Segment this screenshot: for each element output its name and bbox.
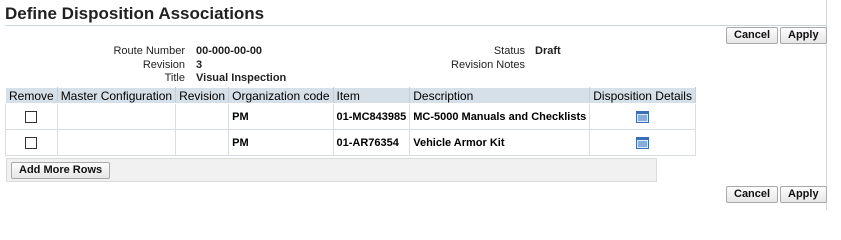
apply-button-top[interactable]: Apply (780, 27, 827, 44)
title-value: Visual Inspection (196, 72, 287, 84)
table-row: PM 01-MC843985 MC-5000 Manuals and Check… (5, 103, 696, 130)
revision-value: 3 (196, 59, 203, 71)
revision-cell (175, 103, 230, 130)
column-header-description: Description (409, 87, 591, 104)
master-configuration-cell (56, 129, 177, 156)
route-number-label: Route Number (113, 45, 185, 57)
remove-checkbox[interactable] (25, 136, 38, 149)
status-value: Draft (535, 45, 561, 57)
item-cell: 01-AR76354 (332, 129, 411, 156)
add-more-rows-button[interactable]: Add More Rows (11, 162, 111, 179)
column-header-organization-code: Organization code (228, 87, 334, 104)
organization-code-cell: PM (228, 103, 334, 130)
column-header-master-configuration: Master Configuration (56, 87, 177, 104)
column-header-revision: Revision (175, 87, 230, 104)
details-icon[interactable] (636, 136, 650, 149)
disposition-details-cell (589, 103, 696, 130)
disposition-details-cell (589, 129, 696, 156)
description-cell: Vehicle Armor Kit (409, 129, 591, 156)
cancel-button-bottom[interactable]: Cancel (726, 186, 779, 203)
item-cell: 01-MC843985 (332, 103, 411, 130)
organization-code-cell: PM (228, 129, 334, 156)
status-label: Status (493, 45, 525, 57)
cancel-button-top[interactable]: Cancel (726, 27, 779, 44)
page-title: Define Disposition Associations (5, 4, 265, 23)
title-label: Title (164, 72, 185, 84)
remove-cell (5, 129, 58, 156)
apply-button-bottom[interactable]: Apply (780, 186, 827, 203)
revision-cell (175, 129, 230, 156)
route-number-value: 00-000-00-00 (196, 45, 263, 57)
details-icon[interactable] (636, 110, 650, 123)
disposition-table: Remove Master Configuration Revision Org… (5, 87, 696, 156)
revision-label: Revision (142, 59, 185, 71)
add-rows-bar: Add More Rows (6, 158, 657, 182)
column-header-remove: Remove (5, 87, 58, 104)
table-row: PM 01-AR76354 Vehicle Armor Kit (5, 129, 696, 156)
master-configuration-cell (56, 103, 177, 130)
table-header-row: Remove Master Configuration Revision Org… (5, 87, 696, 104)
title-divider (5, 25, 826, 26)
revision-notes-label: Revision Notes (451, 59, 525, 71)
column-header-disposition-details: Disposition Details (589, 87, 696, 104)
remove-checkbox[interactable] (25, 110, 38, 123)
column-header-item: Item (332, 87, 411, 104)
description-cell: MC-5000 Manuals and Checklists (409, 103, 591, 130)
remove-cell (5, 103, 58, 130)
